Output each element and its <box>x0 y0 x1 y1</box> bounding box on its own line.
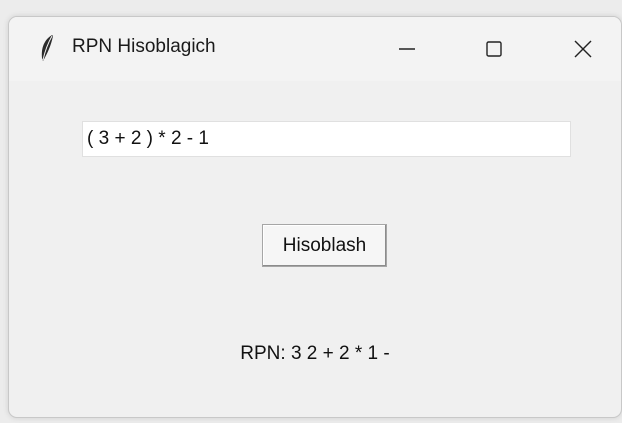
minimize-button[interactable] <box>367 17 447 81</box>
close-button[interactable] <box>543 17 621 81</box>
maximize-button[interactable] <box>454 17 534 81</box>
window-title: RPN Hisoblagich <box>72 36 216 57</box>
expression-input[interactable] <box>82 121 571 157</box>
result-label: RPN: 3 2 + 2 * 1 - <box>240 343 390 364</box>
app-window: RPN Hisoblagich Hisoblash RPN: 3 2 + 2 *… <box>8 16 622 418</box>
calculate-button[interactable]: Hisoblash <box>262 224 387 267</box>
close-icon <box>574 40 592 58</box>
maximize-icon <box>486 41 502 57</box>
feather-icon <box>41 35 53 61</box>
minimize-icon <box>399 48 415 50</box>
title-bar[interactable]: RPN Hisoblagich <box>9 17 621 81</box>
